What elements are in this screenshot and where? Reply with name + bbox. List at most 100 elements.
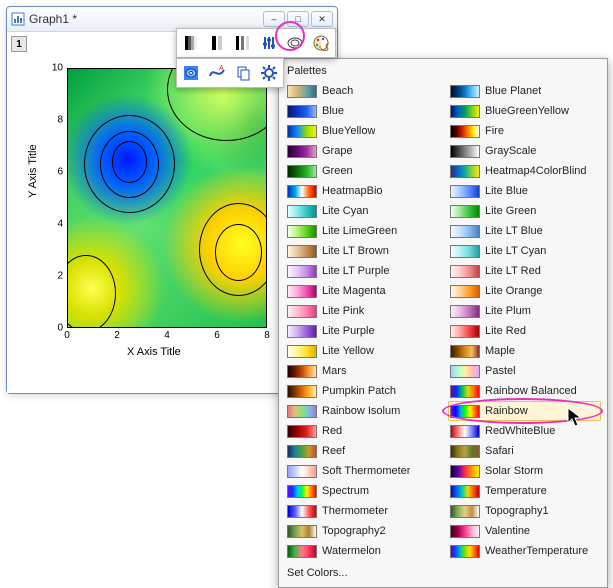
gradient-1-icon[interactable] — [179, 31, 203, 55]
window-title: Graph1 * — [29, 12, 263, 26]
palette-label: Maple — [485, 345, 515, 357]
palette-item[interactable]: Lite Yellow — [285, 341, 438, 361]
palette-label: Lite Pink — [322, 305, 364, 317]
palette-item[interactable]: Lite Purple — [285, 321, 438, 341]
gradient-2-icon[interactable] — [205, 31, 229, 55]
palette-item[interactable]: Lite LT Blue — [448, 221, 601, 241]
palette-swatch — [287, 465, 317, 478]
palette-item[interactable]: Thermometer — [285, 501, 438, 521]
svg-text:A: A — [219, 65, 224, 72]
palette-swatch — [287, 405, 317, 418]
palette-item[interactable]: HeatmapBio — [285, 181, 438, 201]
palette-item[interactable]: Beach — [285, 81, 438, 101]
palette-swatch — [450, 265, 480, 278]
contour-lines-icon[interactable] — [283, 31, 307, 55]
palette-label: Lite LimeGreen — [322, 225, 397, 237]
palette-item[interactable]: Blue — [285, 101, 438, 121]
gradient-3-icon[interactable] — [231, 31, 255, 55]
minimize-button[interactable]: – — [263, 11, 285, 27]
palette-item[interactable]: Temperature — [448, 481, 601, 501]
palette-item[interactable]: Green — [285, 161, 438, 181]
palette-item[interactable]: Lite Cyan — [285, 201, 438, 221]
x-axis-title[interactable]: X Axis Title — [127, 346, 181, 358]
palette-label: Lite LT Blue — [485, 225, 543, 237]
palette-item[interactable]: Solar Storm — [448, 461, 601, 481]
set-colors-link[interactable]: Set Colors... — [285, 565, 601, 581]
palette-swatch — [450, 345, 480, 358]
palette-swatch — [287, 345, 317, 358]
palette-item[interactable]: Soft Thermometer — [285, 461, 438, 481]
palette-item[interactable]: Maple — [448, 341, 601, 361]
sliders-icon[interactable] — [257, 31, 281, 55]
gear-icon[interactable] — [257, 61, 281, 85]
palette-label: Thermometer — [322, 505, 388, 517]
palette-item[interactable]: Lite LT Red — [448, 261, 601, 281]
palette-swatch — [450, 385, 480, 398]
palette-item[interactable]: Rainbow — [448, 401, 601, 421]
palette-item[interactable]: Topography1 — [448, 501, 601, 521]
x-tick: 8 — [264, 330, 270, 341]
palette-label: Rainbow Balanced — [485, 385, 577, 397]
palette-label: Safari — [485, 445, 514, 457]
palette-item[interactable]: Heatmap4ColorBlind — [448, 161, 601, 181]
palette-item[interactable]: Lite LT Purple — [285, 261, 438, 281]
maximize-button[interactable]: □ — [287, 11, 309, 27]
palette-swatch — [287, 445, 317, 458]
palette-swatch — [287, 505, 317, 518]
palette-swatch — [450, 445, 480, 458]
palette-item[interactable]: Lite Blue — [448, 181, 601, 201]
palette-item[interactable]: Pastel — [448, 361, 601, 381]
palette-item[interactable]: BlueYellow — [285, 121, 438, 141]
palette-item[interactable]: Lite LT Brown — [285, 241, 438, 261]
palette-item[interactable]: Lite Red — [448, 321, 601, 341]
palette-item[interactable]: Red — [285, 421, 438, 441]
layer-tab[interactable]: 1 — [11, 36, 27, 52]
palette-item[interactable]: Pumpkin Patch — [285, 381, 438, 401]
line-style-icon[interactable]: A — [205, 61, 229, 85]
palette-swatch — [287, 285, 317, 298]
palette-item[interactable]: BlueGreenYellow — [448, 101, 601, 121]
palette-label: Lite Cyan — [322, 205, 368, 217]
palette-item[interactable]: WeatherTemperature — [448, 541, 601, 561]
plot-area[interactable] — [67, 68, 267, 328]
palette-label: Lite LT Red — [485, 265, 541, 277]
palette-item[interactable]: Reef — [285, 441, 438, 461]
palette-item[interactable]: Lite Plum — [448, 301, 601, 321]
palette-item[interactable]: Lite Green — [448, 201, 601, 221]
palette-swatch — [450, 165, 480, 178]
palette-swatch — [450, 505, 480, 518]
palette-swatch — [287, 545, 317, 558]
palette-item[interactable]: Lite Magenta — [285, 281, 438, 301]
palette-item[interactable]: Fire — [448, 121, 601, 141]
palette-item[interactable]: RedWhiteBlue — [448, 421, 601, 441]
palette-item[interactable]: Blue Planet — [448, 81, 601, 101]
palette-item[interactable]: Watermelon — [285, 541, 438, 561]
palette-swatch — [287, 265, 317, 278]
palette-item[interactable]: Topography2 — [285, 521, 438, 541]
palette-label: Fire — [485, 125, 504, 137]
palette-item[interactable]: Safari — [448, 441, 601, 461]
palette-item[interactable]: Valentine — [448, 521, 601, 541]
palette-item[interactable]: Rainbow Isolum — [285, 401, 438, 421]
palette-icon[interactable] — [309, 31, 333, 55]
close-button[interactable]: ✕ — [311, 11, 333, 27]
palette-label: Lite Blue — [485, 185, 528, 197]
palette-item[interactable]: GrayScale — [448, 141, 601, 161]
palette-item[interactable]: Lite Orange — [448, 281, 601, 301]
copy-icon[interactable] — [231, 61, 255, 85]
palette-swatch — [287, 485, 317, 498]
palette-item[interactable]: Mars — [285, 361, 438, 381]
palette-item[interactable]: Grape — [285, 141, 438, 161]
palette-item[interactable]: Lite LimeGreen — [285, 221, 438, 241]
palette-item[interactable]: Spectrum — [285, 481, 438, 501]
palette-item[interactable]: Lite Pink — [285, 301, 438, 321]
palette-item[interactable]: Rainbow Balanced — [448, 381, 601, 401]
palette-swatch — [450, 105, 480, 118]
y-axis-title[interactable]: Y Axis Title — [27, 144, 39, 198]
palette-label: BlueYellow — [322, 125, 375, 137]
palette-swatch — [287, 145, 317, 158]
palette-swatch — [450, 325, 480, 338]
x-tick: 4 — [164, 330, 170, 341]
contour-style-icon[interactable] — [179, 61, 203, 85]
palette-item[interactable]: Lite LT Cyan — [448, 241, 601, 261]
